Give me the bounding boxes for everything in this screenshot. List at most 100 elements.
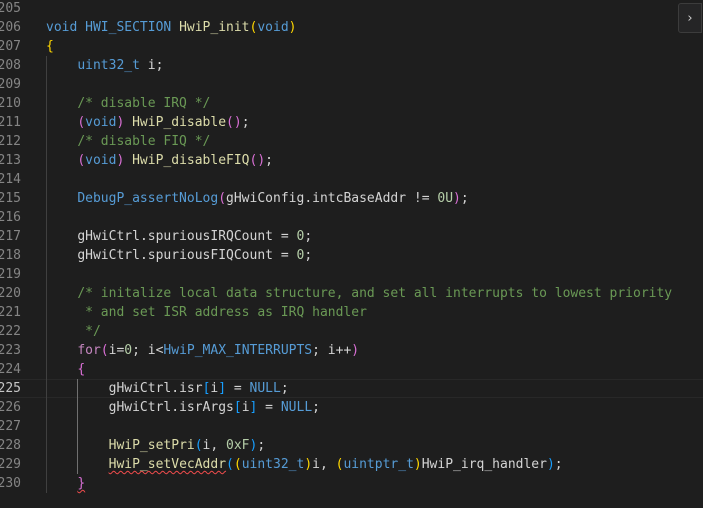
code-token: 0U <box>437 191 454 206</box>
line-number: 206 <box>0 20 21 35</box>
code-token: . <box>139 248 148 263</box>
code-token: ) <box>546 457 555 472</box>
code-token: gHwiCtrl <box>108 381 172 396</box>
code-line[interactable]: 211 (void) HwiP_disable(); <box>0 113 703 132</box>
code-token: for <box>77 343 101 358</box>
code-line[interactable]: 208 uint32_t i; <box>0 56 703 75</box>
code-token: HWI_SECTION <box>85 20 172 35</box>
code-token: ; <box>460 191 469 206</box>
code-text: gHwiCtrl.spuriousIRQCount = 0; <box>46 227 312 246</box>
indent-guide <box>46 265 47 284</box>
code-text: void HWI_SECTION HwiP_init(void) <box>46 18 296 37</box>
line-number: 210 <box>0 96 21 111</box>
code-line[interactable]: 221 * and set ISR address as IRQ handler <box>0 303 703 322</box>
line-number: 215 <box>0 191 21 206</box>
code-text: HwiP_setVecAddr((uint32_t)i, (uintptr_t)… <box>46 455 563 474</box>
line-number: 209 <box>0 77 21 92</box>
code-token: uintptr_t <box>343 457 414 472</box>
code-line[interactable]: 216 <box>0 208 703 227</box>
line-number: 228 <box>0 438 21 453</box>
code-line[interactable]: 206 void HWI_SECTION HwiP_init(void) <box>0 18 703 37</box>
code-line[interactable]: 207 { <box>0 37 703 56</box>
code-token: , <box>319 457 336 472</box>
code-line[interactable]: 205 <box>0 0 703 18</box>
code-line[interactable]: 225 gHwiCtrl.isr[i] = NULL; <box>0 379 703 398</box>
code-token: NULL <box>280 400 313 415</box>
code-line[interactable]: 223 for(i=0; i<HwiP_MAX_INTERRUPTS; i++) <box>0 341 703 360</box>
code-token: isr <box>179 381 203 396</box>
line-number: 230 <box>0 476 21 491</box>
indent-guide <box>77 417 79 436</box>
code-token: = <box>257 400 281 415</box>
code-token: void <box>85 115 117 130</box>
code-token: gHwiCtrl <box>77 229 140 244</box>
code-token: ; <box>257 438 266 453</box>
code-line[interactable]: 209 <box>0 75 703 94</box>
collapse-panel-button[interactable]: › <box>678 3 702 33</box>
code-line[interactable]: 215 DebugP_assertNoLog(gHwiConfig.intcBa… <box>0 189 703 208</box>
code-line[interactable]: 228 HwiP_setPri(i, 0xF); <box>0 436 703 455</box>
code-editor[interactable]: 205 206 void HWI_SECTION HwiP_init(void) 20… <box>0 0 703 508</box>
code-token: ( <box>226 115 234 130</box>
code-token: ( <box>194 438 203 453</box>
code-token: . <box>304 191 313 206</box>
code-token: uint32_t <box>241 457 305 472</box>
code-line[interactable]: 222 */ <box>0 322 703 341</box>
line-number: 216 <box>0 210 21 225</box>
code-line[interactable]: 226 gHwiCtrl.isrArgs[i] = NULL; <box>0 398 703 417</box>
code-token: uint32_t <box>77 58 140 73</box>
code-text: { <box>46 37 54 56</box>
code-token: */ <box>85 324 101 339</box>
code-token: ) <box>351 343 360 358</box>
code-token: /* initalize local data structure, and s… <box>77 286 673 301</box>
code-line[interactable]: 218 gHwiCtrl.spuriousFIQCount = 0; <box>0 246 703 265</box>
code-token: gHwiConfig <box>226 191 305 206</box>
code-line[interactable]: 217 gHwiCtrl.spuriousIRQCount = 0; <box>0 227 703 246</box>
code-line[interactable]: 230 } <box>0 474 703 493</box>
code-line[interactable]: 224 { <box>0 360 703 379</box>
code-line[interactable]: 213 (void) HwiP_disableFIQ(); <box>0 151 703 170</box>
line-number: 218 <box>0 248 21 263</box>
code-token: i <box>327 343 336 358</box>
line-number: 212 <box>0 134 21 149</box>
code-token: spuriousIRQCount <box>147 229 273 244</box>
code-text: gHwiCtrl.spuriousFIQCount = 0; <box>46 246 312 265</box>
code-token: ; <box>265 153 273 168</box>
code-token: . <box>171 400 180 415</box>
code-token: ) <box>304 457 313 472</box>
code-token: ( <box>226 457 234 472</box>
code-line[interactable]: 227 <box>0 417 703 436</box>
line-number: 211 <box>0 115 21 130</box>
line-number: 223 <box>0 343 21 358</box>
code-token: i <box>147 343 156 358</box>
code-line[interactable]: 214 <box>0 170 703 189</box>
code-token: ; <box>132 343 148 358</box>
code-text: */ <box>46 322 101 341</box>
code-line[interactable]: 210 /* disable IRQ */ <box>0 94 703 113</box>
code-token: NULL <box>249 381 281 396</box>
code-token: 0 <box>124 343 133 358</box>
code-line[interactable]: 212 /* disable FIQ */ <box>0 132 703 151</box>
code-token: void <box>46 20 78 35</box>
code-line[interactable]: 229 HwiP_setVecAddr((uint32_t)i, (uintpt… <box>0 455 703 474</box>
code-line[interactable]: 220 /* initalize local data structure, a… <box>0 284 703 303</box>
code-token: ( <box>218 191 227 206</box>
indent-guide <box>46 208 47 227</box>
code-text: gHwiCtrl.isr[i] = NULL; <box>46 379 289 398</box>
code-token: /* disable IRQ */ <box>77 96 211 111</box>
code-line[interactable]: 219 <box>0 265 703 284</box>
code-token: ( <box>100 343 109 358</box>
code-token: ; <box>304 248 313 263</box>
